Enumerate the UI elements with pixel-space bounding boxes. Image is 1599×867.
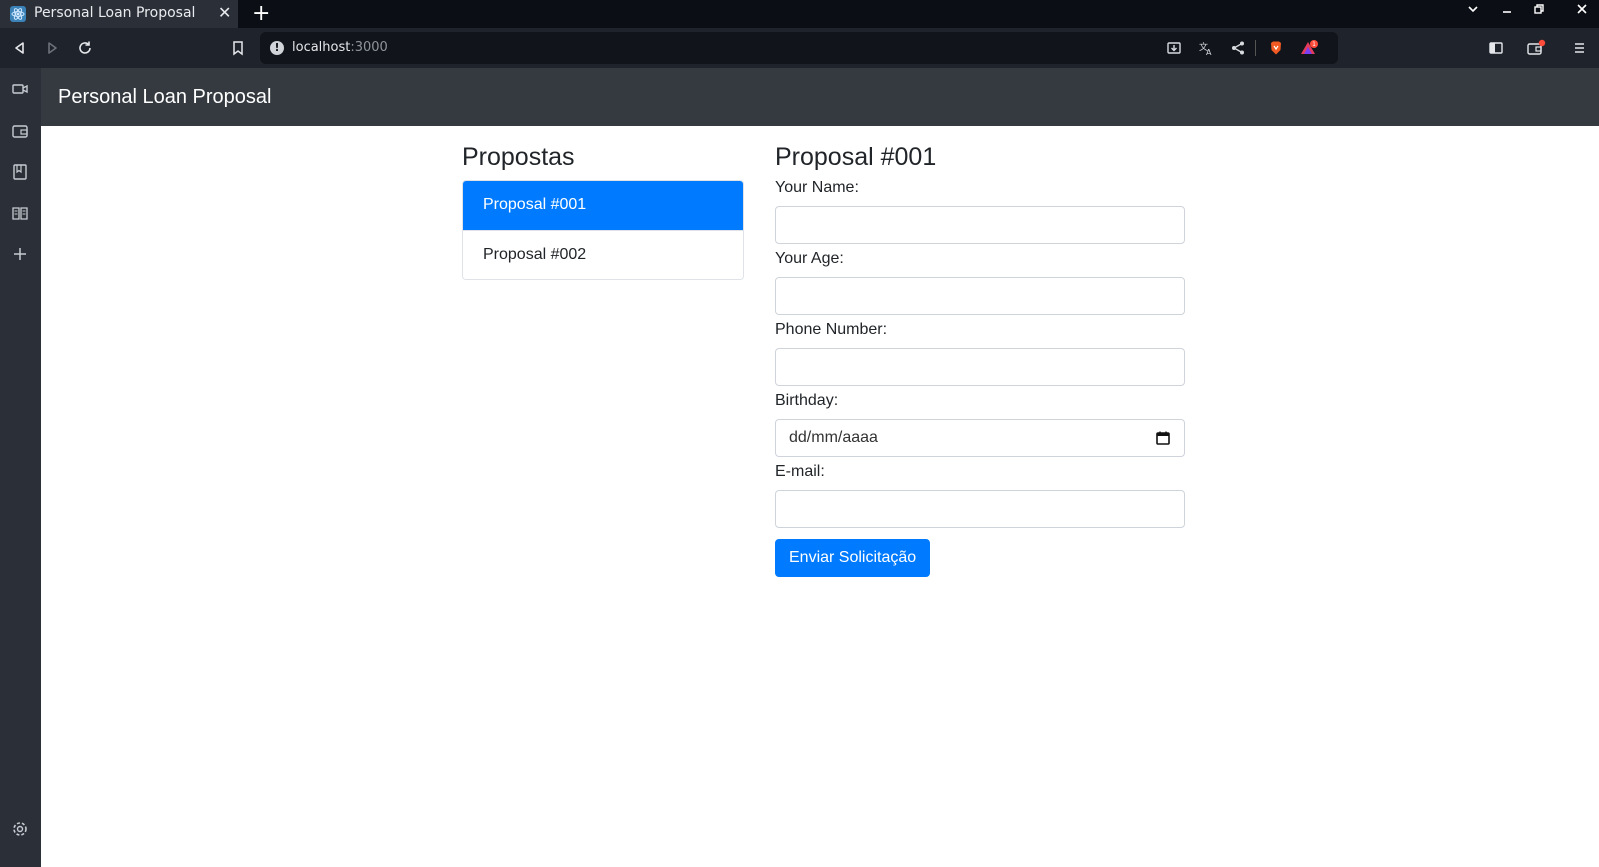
birthday-label: Birthday: — [775, 392, 839, 409]
reading-list-icon[interactable] — [11, 204, 29, 222]
name-label: Your Name: — [775, 179, 859, 196]
form-heading: Proposal #001 — [775, 143, 937, 171]
minimize-icon[interactable] — [1500, 2, 1514, 20]
proposals-column: Propostas Proposal #001 Proposal #002 — [462, 140, 744, 280]
notification-count: 1 — [1312, 41, 1316, 48]
sidebar-toggle-icon[interactable] — [1484, 36, 1508, 60]
birthday-date-field[interactable]: dd/mm/aaaa — [775, 419, 1185, 457]
app-navbar: Personal Loan Proposal — [41, 68, 1599, 126]
phone-label: Phone Number: — [775, 321, 888, 338]
browser-toolbar: ! localhost:3000 文A 1 — [0, 28, 1599, 68]
phone-group: Phone Number: — [775, 322, 1185, 386]
bookmarks-panel-icon[interactable] — [11, 163, 29, 181]
url-host: localhost — [292, 40, 351, 55]
tab-title: Personal Loan Proposal — [34, 5, 196, 21]
submit-request-button[interactable]: Enviar Solicitação — [775, 539, 931, 577]
email-group: E-mail: — [775, 464, 1185, 528]
address-bar[interactable]: ! localhost:3000 文A 1 — [260, 32, 1338, 64]
wallet-icon[interactable] — [1524, 36, 1548, 60]
age-input[interactable] — [775, 277, 1185, 315]
birthday-group: Birthday: dd/mm/aaaa — [775, 393, 1185, 457]
tab-list-chevron-icon[interactable] — [1466, 2, 1480, 20]
tab-close-icon[interactable]: ✕ — [218, 3, 231, 22]
settings-gear-icon[interactable] — [11, 820, 29, 838]
proposals-heading: Propostas — [462, 143, 575, 171]
proposal-form: Proposal #001 Your Name: Your Age: Phone… — [775, 140, 1185, 577]
back-icon[interactable] — [8, 36, 32, 60]
svg-text:A: A — [1206, 48, 1212, 56]
wallet-panel-icon[interactable] — [11, 122, 29, 140]
proposals-list: Proposal #001 Proposal #002 — [462, 180, 744, 280]
proposal-item-002[interactable]: Proposal #002 — [463, 230, 743, 279]
forward-icon[interactable] — [40, 36, 64, 60]
age-group: Your Age: — [775, 251, 1185, 315]
browser-tab[interactable]: Personal Loan Proposal ✕ — [0, 0, 238, 28]
email-label: E-mail: — [775, 463, 825, 480]
browser-tab-bar: Personal Loan Proposal ✕ + — [0, 0, 1599, 28]
bookmark-icon[interactable] — [226, 36, 250, 60]
calendar-icon[interactable] — [1155, 430, 1171, 446]
share-icon[interactable] — [1230, 40, 1246, 56]
birthday-input[interactable] — [775, 419, 1185, 457]
browser-side-panel — [0, 68, 41, 867]
age-label: Your Age: — [775, 250, 844, 267]
email-input[interactable] — [775, 490, 1185, 528]
close-window-icon[interactable] — [1575, 2, 1589, 20]
menu-icon[interactable] — [1567, 36, 1591, 60]
react-favicon-icon — [10, 6, 26, 22]
url-divider — [1255, 40, 1256, 56]
url-text: localhost:3000 — [292, 40, 388, 55]
restore-icon[interactable] — [1532, 2, 1546, 20]
brave-shields-icon[interactable] — [1268, 40, 1284, 56]
app-brand-title[interactable]: Personal Loan Proposal — [58, 86, 271, 109]
install-app-icon[interactable] — [1166, 40, 1182, 56]
video-icon[interactable] — [11, 80, 29, 98]
brave-rewards-icon[interactable]: 1 — [1300, 40, 1318, 56]
name-group: Your Name: — [775, 180, 1185, 244]
reload-icon[interactable] — [73, 36, 97, 60]
site-info-icon[interactable]: ! — [270, 41, 284, 55]
name-input[interactable] — [775, 206, 1185, 244]
new-tab-button[interactable]: + — [252, 1, 270, 26]
phone-input[interactable] — [775, 348, 1185, 386]
add-panel-icon[interactable] — [11, 245, 29, 263]
translate-icon[interactable]: 文A — [1198, 40, 1214, 57]
proposal-item-001[interactable]: Proposal #001 — [463, 181, 743, 230]
url-port: :3000 — [350, 40, 388, 55]
